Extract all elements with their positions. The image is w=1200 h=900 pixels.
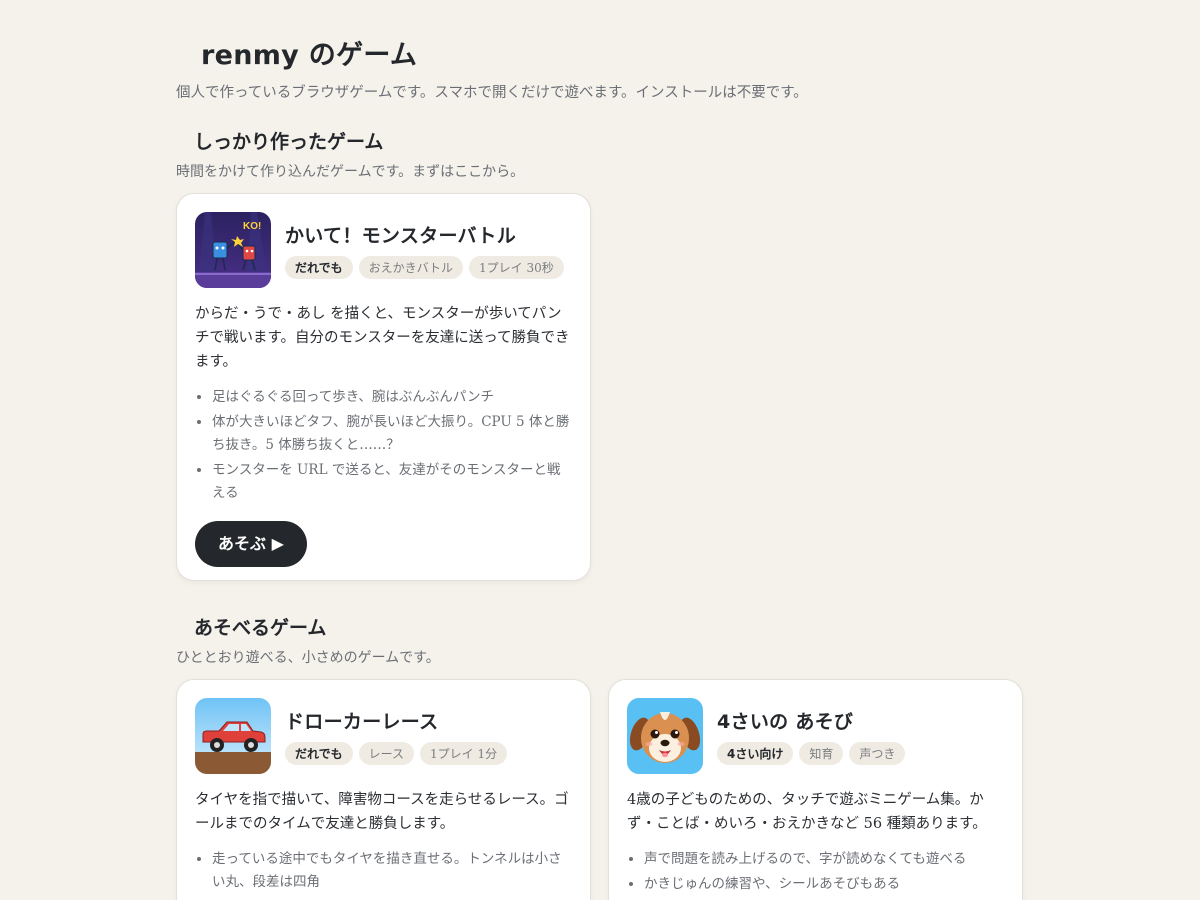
card-header: KO! かいて！モンスターバトル だれでも おえかきバトル 1プレイ 30秒 [195,212,572,288]
game-title[interactable]: 4さいの あそび [717,707,905,734]
feature-item: 体が大きいほどタフ、腕が長いほど大振り。CPU 5 体と勝ち抜き。5 体勝ち抜く… [212,411,572,457]
game-card-draw-car-race: ドローカーレース だれでも レース 1プレイ 1分 タイヤを指で描いて、障害物コ… [176,679,591,900]
feature-item: 足はぐるぐる回って歩き、腕はぶんぶんパンチ [212,386,572,409]
game-description: からだ・うで・あし を描くと、モンスターが歩いてパンチで戦います。自分のモンスタ… [195,306,570,370]
game-description: タイヤを指で描いて、障害物コースを走らせるレース。ゴールまでのタイムで友達と勝負… [195,792,569,832]
ko-label: KO! [243,221,261,232]
monster-battle-icon[interactable]: KO! [195,212,271,288]
page-description: 個人で作っているブラウザゲームです。スマホで開くだけで遊べます。インストールは不… [176,85,808,101]
feature-list: 走っている途中でもタイヤを描き直せる。トンネルは小さい丸、段差は四角 [195,848,572,894]
tag-playtime: 1プレイ 1分 [420,742,508,765]
game-card-monster-battle: KO! かいて！モンスターバトル だれでも おえかきバトル 1プレイ 30秒 か… [176,193,591,581]
feature-item: かきじゅんの練習や、シールあそびもある [644,873,1004,896]
game-card-4sai-asobi: 4さいの あそび 4さい向け 知育 声つき 4歳の子どものための、タッチで遊ぶミ… [608,679,1023,900]
card-header: 4さいの あそび 4さい向け 知育 声つき [627,698,1004,774]
game-description: 4歳の子どものための、タッチで遊ぶミニゲーム集。かず・ことば・めいろ・おえかきな… [627,792,987,832]
feature-list: 足はぐるぐる回って歩き、腕はぶんぶんパンチ 体が大きいほどタフ、腕が長いほど大振… [195,386,572,505]
tag-audience: だれでも [285,256,353,279]
game-title[interactable]: かいて！モンスターバトル [285,221,564,248]
play-button[interactable]: あそぶ ▶ [195,521,307,567]
puppy-icon[interactable] [627,698,703,774]
tag-list: だれでも レース 1プレイ 1分 [285,742,508,765]
feature-list: 声で問題を読み上げるので、字が読めなくても遊べる かきじゅんの練習や、シールあそ… [627,848,1004,896]
featured-section-description: 時間をかけて作り込んだゲームです。まずはここから。 [176,164,525,180]
tag-audience: だれでも [285,742,353,765]
feature-item: 声で問題を読み上げるので、字が読めなくても遊べる [644,848,1004,871]
tag-playtime: 1プレイ 30秒 [469,256,564,279]
tag-feature: 声つき [849,742,906,765]
tag-genre: 知育 [799,742,844,765]
featured-section-title: しっかり作ったゲーム [194,131,384,153]
red-car-icon[interactable] [195,698,271,774]
tag-audience: 4さい向け [717,742,794,765]
feature-item: 走っている途中でもタイヤを描き直せる。トンネルは小さい丸、段差は四角 [212,848,572,894]
feature-item: モンスターを URL で送ると、友達がそのモンスターと戦える [212,459,572,505]
game-title[interactable]: ドローカーレース [285,707,507,734]
casual-section-description: ひととおり遊べる、小さめのゲームです。 [176,650,440,666]
tag-genre: レース [358,742,415,765]
casual-section-title: あそべるゲーム [194,617,327,639]
page-title: renmy のゲーム [201,40,418,71]
tag-list: だれでも おえかきバトル 1プレイ 30秒 [285,256,564,279]
tag-list: 4さい向け 知育 声つき [717,742,906,765]
tag-genre: おえかきバトル [358,256,464,279]
card-header: ドローカーレース だれでも レース 1プレイ 1分 [195,698,572,774]
